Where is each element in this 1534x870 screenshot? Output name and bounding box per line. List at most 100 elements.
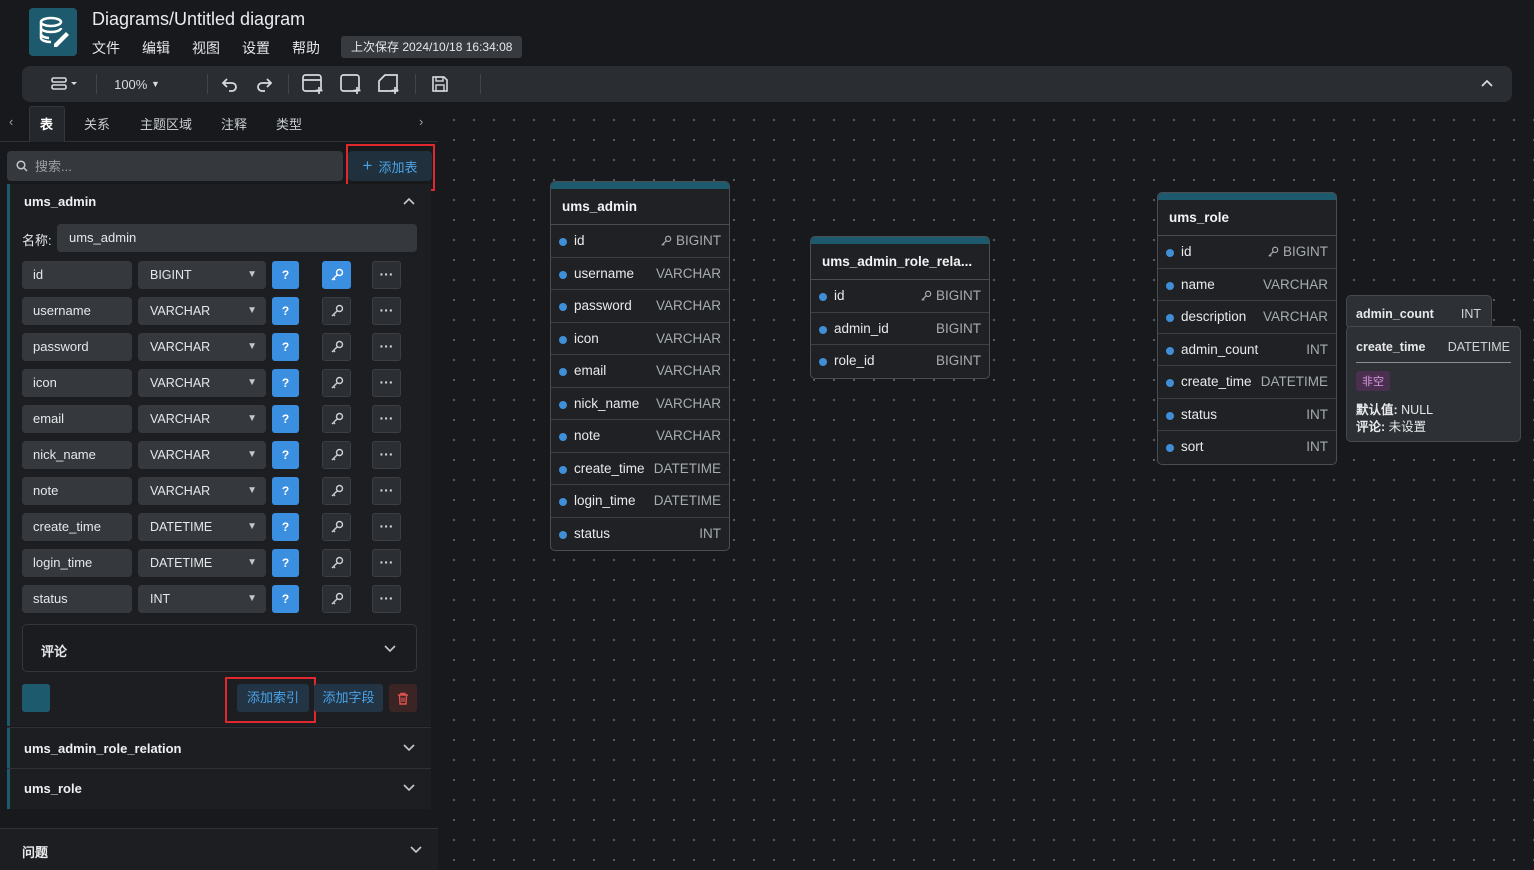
table-node-field[interactable]: admin_count INT — [1158, 334, 1336, 366]
table-node-field[interactable]: login_time DATETIME — [551, 485, 729, 518]
field-more-button[interactable]: ··· — [372, 513, 401, 541]
table-color-picker[interactable] — [22, 684, 50, 712]
table-node-field[interactable]: status INT — [551, 518, 729, 551]
table-node-field[interactable]: id BIGINT — [551, 225, 729, 258]
collapse-chevron-icon[interactable] — [403, 197, 415, 205]
menu-file[interactable]: 文件 — [92, 38, 120, 58]
field-more-button[interactable]: ··· — [372, 477, 401, 505]
add-field-button[interactable]: 添加字段 — [314, 684, 383, 712]
field-type-select[interactable]: INT ▼ — [138, 585, 266, 613]
field-type-select[interactable]: VARCHAR ▼ — [138, 297, 266, 325]
menu-edit[interactable]: 编辑 — [142, 38, 170, 58]
table-node-field[interactable]: admin_id BIGINT — [811, 313, 989, 345]
add-area-tool-icon[interactable] — [338, 72, 364, 96]
primary-key-toggle[interactable] — [322, 333, 351, 361]
field-nullable-toggle[interactable]: ? — [272, 585, 299, 613]
menu-view[interactable]: 视图 — [192, 38, 220, 58]
table-node-field[interactable]: status INT — [1158, 399, 1336, 431]
field-name-input[interactable]: note — [22, 477, 132, 505]
save-icon[interactable] — [428, 72, 452, 96]
table-section-ums-admin-role-relation[interactable]: ums_admin_role_relation — [7, 728, 431, 768]
field-nullable-toggle[interactable]: ? — [272, 261, 299, 289]
field-connector-dot[interactable] — [559, 498, 567, 506]
field-connector-dot[interactable] — [819, 293, 827, 301]
field-nullable-toggle[interactable]: ? — [272, 549, 299, 577]
table-node-ums-role[interactable]: ums_role id BIGINT name VARCHAR description VA… — [1157, 192, 1337, 465]
zoom-select[interactable]: 100% ▼ — [110, 72, 164, 96]
primary-key-toggle[interactable] — [322, 513, 351, 541]
primary-key-toggle[interactable] — [322, 549, 351, 577]
field-type-select[interactable]: VARCHAR ▼ — [138, 405, 266, 433]
search-input[interactable] — [35, 151, 335, 181]
field-nullable-toggle[interactable]: ? — [272, 513, 299, 541]
field-type-select[interactable]: DATETIME ▼ — [138, 549, 266, 577]
undo-icon[interactable] — [218, 72, 242, 96]
field-name-input[interactable]: create_time — [22, 513, 132, 541]
table-node-field[interactable]: note VARCHAR — [551, 420, 729, 453]
table-node-field[interactable]: username VARCHAR — [551, 258, 729, 290]
field-name-input[interactable]: status — [22, 585, 132, 613]
tabs-scroll-left-icon[interactable]: ‹ — [9, 114, 13, 129]
field-connector-dot[interactable] — [1166, 444, 1174, 452]
field-type-select[interactable]: VARCHAR ▼ — [138, 477, 266, 505]
field-connector-dot[interactable] — [559, 368, 567, 376]
field-connector-dot[interactable] — [1166, 411, 1174, 420]
app-logo-icon[interactable] — [29, 8, 77, 56]
field-connector-dot[interactable] — [559, 530, 567, 539]
table-section-title[interactable]: ums_admin — [24, 194, 96, 209]
menu-settings[interactable]: 设置 — [242, 38, 270, 58]
tab-tables[interactable]: 表 — [40, 114, 53, 133]
primary-key-toggle[interactable] — [322, 585, 351, 613]
primary-key-toggle[interactable] — [322, 441, 351, 469]
field-type-select[interactable]: VARCHAR ▼ — [138, 441, 266, 469]
table-node-field[interactable]: icon VARCHAR — [551, 323, 729, 355]
table-node-field[interactable]: role_id BIGINT — [811, 345, 989, 378]
table-node-field[interactable]: email VARCHAR — [551, 355, 729, 388]
primary-key-toggle[interactable] — [322, 261, 351, 289]
field-connector-dot[interactable] — [559, 335, 567, 344]
field-nullable-toggle[interactable]: ? — [272, 441, 299, 469]
primary-key-toggle[interactable] — [322, 369, 351, 397]
primary-key-toggle[interactable] — [322, 477, 351, 505]
table-node-field[interactable]: create_time DATETIME — [1158, 366, 1336, 399]
field-connector-dot[interactable] — [559, 270, 567, 279]
table-node-title[interactable]: ums_admin — [551, 189, 729, 225]
issues-panel[interactable]: 问题 — [0, 829, 438, 870]
field-name-input[interactable]: password — [22, 333, 132, 361]
field-connector-dot[interactable] — [1166, 346, 1174, 355]
table-node-field[interactable]: description VARCHAR — [1158, 301, 1336, 334]
table-node-field[interactable]: id BIGINT — [811, 280, 989, 313]
field-connector-dot[interactable] — [559, 433, 567, 441]
field-name-input[interactable]: id — [22, 261, 132, 289]
field-more-button[interactable]: ··· — [372, 369, 401, 397]
table-node-ums-admin-role-relation[interactable]: ums_admin_role_rela... id BIGINT admin_id BI… — [810, 236, 990, 379]
tab-notes[interactable]: 注释 — [221, 114, 247, 133]
comment-collapse[interactable]: 评论 — [22, 624, 417, 672]
menu-help[interactable]: 帮助 — [292, 38, 320, 58]
field-connector-dot[interactable] — [819, 358, 827, 366]
table-name-input[interactable]: ums_admin — [57, 224, 417, 252]
field-more-button[interactable]: ··· — [372, 261, 401, 289]
field-type-select[interactable]: BIGINT ▼ — [138, 261, 266, 289]
field-connector-dot[interactable] — [1166, 249, 1174, 257]
table-node-field[interactable]: id BIGINT — [1158, 236, 1336, 269]
field-connector-dot[interactable] — [559, 465, 567, 474]
field-more-button[interactable]: ··· — [372, 297, 401, 325]
field-connector-dot[interactable] — [559, 303, 567, 311]
table-node-field[interactable]: create_time DATETIME — [551, 453, 729, 485]
field-connector-dot[interactable] — [1166, 314, 1174, 322]
redo-icon[interactable] — [252, 72, 276, 96]
field-name-input[interactable]: login_time — [22, 549, 132, 577]
field-nullable-toggle[interactable]: ? — [272, 477, 299, 505]
field-nullable-toggle[interactable]: ? — [272, 297, 299, 325]
collapse-toolbar-icon[interactable] — [1476, 72, 1498, 96]
table-section-ums-role[interactable]: ums_role — [7, 769, 431, 809]
table-node-field[interactable]: name VARCHAR — [1158, 269, 1336, 301]
field-connector-dot[interactable] — [819, 325, 827, 334]
field-name-input[interactable]: icon — [22, 369, 132, 397]
field-name-input[interactable]: email — [22, 405, 132, 433]
tab-relations[interactable]: 关系 — [84, 114, 110, 133]
field-connector-dot[interactable] — [559, 238, 567, 246]
field-connector-dot[interactable] — [1166, 379, 1174, 387]
table-node-field[interactable]: sort INT — [1158, 431, 1336, 464]
